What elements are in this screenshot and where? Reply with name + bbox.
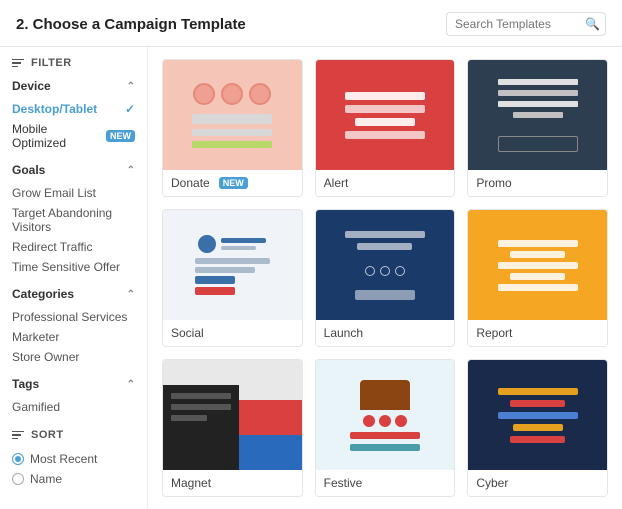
name-label: Name xyxy=(30,472,62,486)
sort-header: SORT xyxy=(12,429,135,441)
report-thumb xyxy=(468,210,607,320)
template-card-promo[interactable]: Promo xyxy=(467,59,608,197)
donate-label: Donate NEW xyxy=(163,170,302,196)
most-recent-label: Most Recent xyxy=(30,452,97,466)
device-section-title: Device ⌃ xyxy=(12,79,135,93)
report-label: Report xyxy=(468,320,607,346)
sidebar: FILTER Device ⌃ Desktop/Tablet ✓ Mobile … xyxy=(0,47,148,509)
social-label: Social xyxy=(163,320,302,346)
page-header: 2. Choose a Campaign Template 🔍 xyxy=(0,0,622,47)
cyber-thumb xyxy=(468,360,607,470)
desktop-check-icon: ✓ xyxy=(125,102,135,116)
launch-label: Launch xyxy=(316,320,455,346)
categories-section-title: Categories ⌃ xyxy=(12,287,135,301)
tags-section-title: Tags ⌃ xyxy=(12,377,135,391)
alert-label: Alert xyxy=(316,170,455,196)
main-content: Donate NEW Alert xyxy=(148,47,622,509)
sidebar-item-professional[interactable]: Professional Services xyxy=(12,307,135,327)
sidebar-item-time-sensitive[interactable]: Time Sensitive Offer xyxy=(12,257,135,277)
mobile-new-badge: NEW xyxy=(106,130,135,142)
device-chevron: ⌃ xyxy=(127,81,135,92)
template-card-magnet[interactable]: Magnet xyxy=(162,359,303,497)
promo-thumb xyxy=(468,60,607,170)
search-box[interactable]: 🔍 xyxy=(446,12,606,36)
template-card-launch[interactable]: Launch xyxy=(315,209,456,347)
festive-label: Festive xyxy=(316,470,455,496)
tags-chevron: ⌃ xyxy=(127,379,135,390)
sort-name[interactable]: Name xyxy=(12,469,135,489)
template-card-alert[interactable]: Alert xyxy=(315,59,456,197)
most-recent-dot xyxy=(15,456,21,462)
sidebar-item-store-owner[interactable]: Store Owner xyxy=(12,347,135,367)
search-icon: 🔍 xyxy=(585,17,600,31)
device-mobile-label: Mobile Optimized xyxy=(12,122,102,150)
goals-chevron: ⌃ xyxy=(127,165,135,176)
sidebar-item-marketer[interactable]: Marketer xyxy=(12,327,135,347)
template-card-festive[interactable]: Festive xyxy=(315,359,456,497)
social-avatar-icon xyxy=(198,235,216,253)
template-card-report[interactable]: Report xyxy=(467,209,608,347)
template-card-social[interactable]: Social xyxy=(162,209,303,347)
sidebar-item-gamified[interactable]: Gamified xyxy=(12,397,135,417)
sort-icon xyxy=(12,431,24,440)
launch-thumb xyxy=(316,210,455,320)
festive-thumb xyxy=(316,360,455,470)
device-item-mobile[interactable]: Mobile Optimized NEW xyxy=(12,119,135,153)
device-desktop-label: Desktop/Tablet xyxy=(12,102,97,116)
goals-section-title: Goals ⌃ xyxy=(12,163,135,177)
template-card-donate[interactable]: Donate NEW xyxy=(162,59,303,197)
content-area: FILTER Device ⌃ Desktop/Tablet ✓ Mobile … xyxy=(0,47,622,509)
template-card-cyber[interactable]: Cyber xyxy=(467,359,608,497)
search-input[interactable] xyxy=(455,17,585,31)
page-title: 2. Choose a Campaign Template xyxy=(16,16,246,33)
donate-thumb xyxy=(163,60,302,170)
sidebar-item-grow-email[interactable]: Grow Email List xyxy=(12,183,135,203)
cyber-label: Cyber xyxy=(468,470,607,496)
name-radio[interactable] xyxy=(12,473,24,485)
donate-new-badge: NEW xyxy=(219,177,248,189)
filter-header: FILTER xyxy=(12,57,135,69)
alert-thumb xyxy=(316,60,455,170)
sort-most-recent[interactable]: Most Recent xyxy=(12,449,135,469)
social-thumb xyxy=(163,210,302,320)
filter-label: FILTER xyxy=(31,57,72,69)
sidebar-item-target[interactable]: Target Abandoning Visitors xyxy=(12,203,135,237)
template-grid: Donate NEW Alert xyxy=(162,59,608,497)
promo-label: Promo xyxy=(468,170,607,196)
device-item-desktop[interactable]: Desktop/Tablet ✓ xyxy=(12,99,135,119)
most-recent-radio[interactable] xyxy=(12,453,24,465)
filter-icon xyxy=(12,59,24,68)
magnet-label: Magnet xyxy=(163,470,302,496)
categories-chevron: ⌃ xyxy=(127,289,135,300)
magnet-thumb xyxy=(163,360,302,470)
sidebar-item-redirect[interactable]: Redirect Traffic xyxy=(12,237,135,257)
sort-label: SORT xyxy=(31,429,64,441)
